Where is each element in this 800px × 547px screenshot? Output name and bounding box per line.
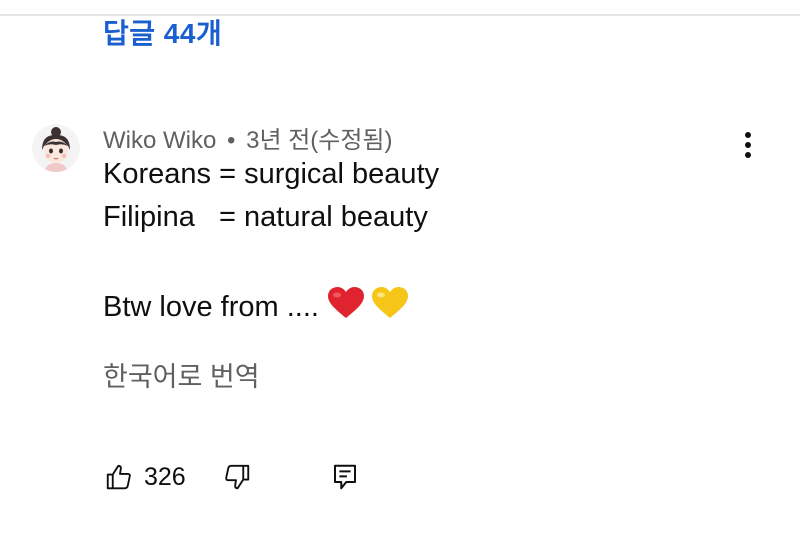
translate-link[interactable]: 한국어로 번역 (103, 355, 260, 394)
comment-timestamp[interactable]: 3년 전(수정됨) (246, 127, 392, 154)
vertical-ellipsis-icon (745, 132, 751, 158)
cartoon-girl-avatar-icon (32, 124, 80, 172)
comment-text-segment: Btw love from .... (103, 291, 327, 323)
like-button[interactable]: 326 (104, 457, 186, 497)
more-options-button[interactable] (732, 128, 764, 162)
yellow-heart-emoji-icon (372, 287, 408, 318)
reply-comment-icon (334, 464, 356, 490)
avatar[interactable] (32, 124, 80, 172)
comment-meta: Wiko Wiko • 3년 전(수정됨) (103, 120, 393, 155)
comment-text-line: Btw love from .... (103, 286, 409, 324)
dislike-button[interactable] (222, 457, 252, 497)
author-name[interactable]: Wiko Wiko (103, 127, 216, 154)
reply-button[interactable] (330, 457, 360, 497)
like-count: 326 (144, 462, 186, 491)
thumbs-down-icon (225, 464, 250, 490)
red-heart-emoji-icon (328, 287, 364, 318)
replies-toggle-link[interactable]: 답글 44개 (103, 12, 222, 52)
comment-text-line: Koreans = surgical beauty (103, 158, 440, 190)
comment-text-line: Filipina = natural beauty (103, 201, 428, 233)
thumbs-up-icon (106, 464, 131, 490)
meta-separator: • (227, 127, 236, 154)
